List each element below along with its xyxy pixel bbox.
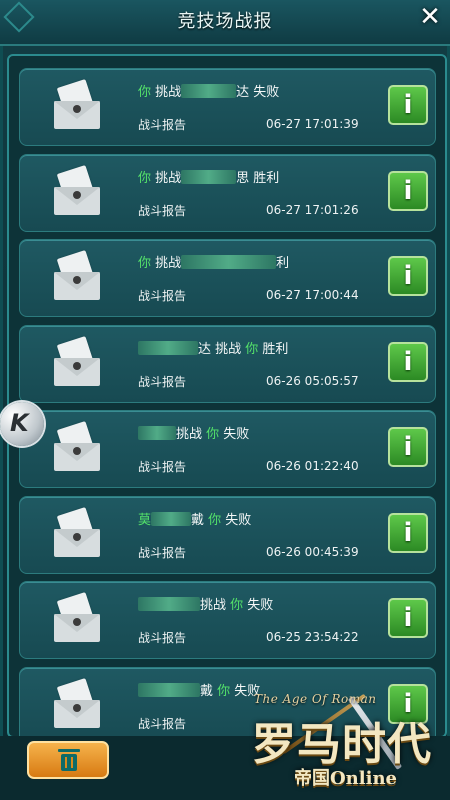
report-headline: 挑战 你 失败 bbox=[138, 594, 273, 613]
info-button[interactable]: i bbox=[388, 256, 428, 296]
info-button[interactable]: i bbox=[388, 341, 428, 382]
you-label: 你 bbox=[230, 598, 244, 613]
report-timestamp: 06-26 00:45:39 bbox=[266, 544, 359, 559]
result-text: 失败 bbox=[219, 427, 250, 442]
blurred-name bbox=[181, 84, 237, 98]
report-timestamp: 06-27 17:00:44 bbox=[266, 288, 359, 302]
report-row[interactable]: 你 挑战 达 失败战斗报告 06-27 17:01:39 i bbox=[19, 68, 436, 146]
report-row[interactable]: 你 挑战 思 胜利战斗报告 06-27 17:01:26 i bbox=[19, 153, 436, 232]
envelope-icon bbox=[54, 592, 100, 644]
report-subtitle: 战斗报告 bbox=[138, 203, 187, 218]
report-timestamp: 06-26 05:05:57 bbox=[266, 373, 359, 388]
report-headline: 戴 你 失败 bbox=[138, 680, 260, 699]
challenge-text: 挑战 bbox=[151, 85, 182, 100]
report-subtitle: 战斗报告 bbox=[138, 545, 187, 560]
envelope-icon bbox=[54, 79, 100, 131]
logo-title: 罗马时代 bbox=[252, 719, 432, 770]
blurred-name bbox=[138, 426, 176, 440]
logo-small-title: 帝国Online bbox=[294, 768, 397, 789]
report-subtitle: 战斗报告 bbox=[138, 460, 187, 474]
report-row[interactable]: 达 挑战 你 胜利战斗报告 06-26 05:05:57 i bbox=[19, 324, 436, 403]
you-label: 你 bbox=[245, 341, 259, 357]
blurred-name bbox=[138, 340, 198, 355]
trash-icon bbox=[58, 749, 80, 771]
report-row[interactable]: 挑战 你 失败战斗报告 06-25 23:54:22 i bbox=[19, 581, 436, 659]
blurred-name bbox=[181, 255, 277, 269]
report-headline: 你 挑战 利 bbox=[138, 252, 289, 271]
challenge-text: 挑战 bbox=[151, 256, 182, 271]
trash-lid bbox=[58, 749, 80, 752]
envelope-icon bbox=[54, 335, 100, 388]
you-label: 你 bbox=[217, 683, 231, 699]
result-text: 达 失败 bbox=[236, 85, 280, 100]
result-text: 失败 bbox=[243, 598, 274, 613]
game-logo: The Age Of Roman 罗马时代 帝国Online bbox=[252, 668, 450, 800]
report-subtitle: 战斗报告 bbox=[138, 716, 187, 731]
report-headline: 达 挑战 你 胜利 bbox=[138, 338, 288, 357]
info-button[interactable]: i bbox=[388, 85, 428, 125]
title-bar: 竞技场战报 ✕ bbox=[0, 0, 450, 46]
floating-k-icon[interactable]: K bbox=[0, 402, 44, 446]
challenge-text: 戴 bbox=[200, 683, 218, 699]
you-label: 你 bbox=[138, 85, 152, 100]
info-button[interactable]: i bbox=[388, 512, 428, 553]
info-button[interactable]: i bbox=[388, 170, 428, 211]
challenge-text: 达 挑战 bbox=[198, 341, 246, 357]
report-headline: 莫 戴 你 失败 bbox=[138, 509, 251, 528]
you-label: 你 bbox=[138, 170, 152, 186]
info-button[interactable]: i bbox=[388, 427, 428, 467]
you-label: 你 bbox=[208, 512, 222, 528]
opponent-name-fragment: 莫 bbox=[138, 512, 152, 528]
trash-bin bbox=[61, 754, 77, 771]
envelope-icon bbox=[54, 421, 100, 473]
report-row[interactable]: 莫 戴 你 失败战斗报告 06-26 00:45:39 i bbox=[19, 495, 436, 574]
report-subtitle: 战斗报告 bbox=[138, 631, 187, 645]
report-subtitle: 战斗报告 bbox=[138, 374, 187, 389]
report-timestamp: 06-25 23:54:22 bbox=[266, 630, 359, 644]
logo-subtitle: The Age Of Roman bbox=[254, 692, 377, 706]
delete-button[interactable] bbox=[27, 741, 109, 779]
report-row[interactable]: 挑战 你 失败战斗报告 06-26 01:22:40 i bbox=[19, 410, 436, 488]
report-list-panel: 你 挑战达 失败 战斗报告 06-27 17:01:39 i 你 挑战思 胜利 战斗报告 0… bbox=[7, 54, 447, 738]
close-button[interactable]: ✕ bbox=[417, 4, 443, 30]
result-text: 思 胜利 bbox=[236, 170, 280, 186]
you-label: 你 bbox=[138, 256, 152, 271]
challenge-text: 戴 bbox=[191, 512, 209, 528]
report-headline: 你 挑战 思 胜利 bbox=[138, 167, 279, 186]
challenge-text: 挑战 bbox=[151, 170, 182, 186]
blurred-name bbox=[181, 169, 237, 184]
report-headline: 挑战 你 失败 bbox=[138, 423, 249, 442]
envelope-icon bbox=[54, 677, 100, 730]
report-timestamp: 06-27 17:01:39 bbox=[266, 117, 359, 131]
report-subtitle: 战斗报告 bbox=[138, 289, 187, 303]
blurred-name bbox=[138, 682, 200, 697]
report-timestamp: 06-26 01:22:40 bbox=[266, 459, 359, 473]
envelope-icon bbox=[54, 164, 100, 217]
envelope-icon bbox=[54, 506, 100, 559]
result-text: 失败 bbox=[221, 512, 252, 528]
result-text: 利 bbox=[276, 256, 290, 271]
blurred-name bbox=[138, 597, 200, 611]
page-title: 竞技场战报 bbox=[177, 11, 273, 32]
report-subtitle: 战斗报告 bbox=[138, 118, 187, 132]
challenge-text: 挑战 bbox=[176, 427, 207, 442]
info-button[interactable]: i bbox=[388, 598, 428, 638]
result-text: 胜利 bbox=[258, 341, 289, 357]
you-label: 你 bbox=[206, 427, 220, 442]
envelope-icon bbox=[54, 250, 100, 302]
blurred-name bbox=[151, 511, 192, 526]
report-timestamp: 06-27 17:01:26 bbox=[266, 202, 359, 217]
challenge-text: 挑战 bbox=[200, 598, 231, 613]
report-row[interactable]: 你 挑战 利战斗报告 06-27 17:00:44 i bbox=[19, 239, 436, 317]
report-headline: 你 挑战 达 失败 bbox=[138, 81, 279, 100]
